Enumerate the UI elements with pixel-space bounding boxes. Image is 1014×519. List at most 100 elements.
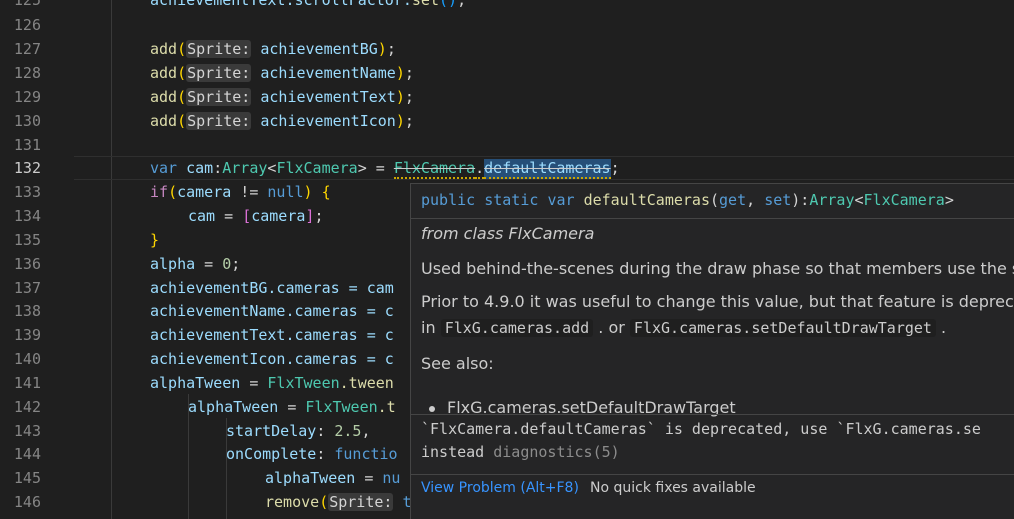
code-token: FlxCamera [276,159,358,177]
hovered-token[interactable]: defaultCameras [484,159,611,179]
code-line-136: alpha = 0; [150,255,241,273]
code-token: Array [222,159,268,177]
code-token: = [195,255,223,273]
inline-code: FlxG.cameras.add [440,319,594,337]
code-token: var [150,159,178,177]
hover-deprecation-note: Prior to 4.9.0 it was useful to change t… [421,292,1014,311]
code-token: achievementText [150,0,286,9]
hover-description: Used behind-the-scenes during the draw p… [421,259,1014,278]
code-token: alpha [150,255,196,273]
code-token: achievementName [260,64,396,82]
code-token: camera [251,207,306,225]
line-number: 136 [13,255,41,273]
line-number: 144 [13,445,41,463]
code-token: if [150,183,169,201]
code-token: = [215,207,243,225]
view-problem-link[interactable]: View Problem (Alt+F8) [421,480,579,496]
code-token: onComplete [226,445,317,463]
code-token: add [150,64,178,82]
code-line-140: achievementIcon.cameras = c [150,350,394,368]
line-number: 142 [13,398,41,416]
code-token: nu [382,469,401,487]
hover-deprecation-alternatives: in FlxG.cameras.add . or FlxG.cameras.se… [421,318,946,337]
sig-token: FlxCamera [863,191,945,209]
code-token: cam [186,159,214,177]
line-number-gutter: 125 126 127 128 129 130 131 132 133 134 … [0,0,74,519]
code-line-138: achievementName.cameras = c [150,302,394,320]
line-number: 129 [13,88,41,106]
code-token: alphaTween [265,469,356,487]
hover-divider [411,218,1014,219]
code-line-137: achievementBG.cameras = cam [150,279,394,297]
text-token: in [421,318,436,337]
line-number: 146 [13,493,41,511]
sig-token: get [719,191,747,209]
text-token: . or [598,318,625,337]
inlay-hint: Sprite: [186,88,252,106]
deprecated-token[interactable]: FlxCamera [393,159,476,179]
code-token: startDelay [226,422,317,440]
line-number: 137 [13,279,41,297]
code-token: ; [610,159,620,177]
code-token: FlxTween [305,398,378,416]
text-token: instead [421,443,485,461]
line-number-active: 132 [13,159,41,177]
line-number: 126 [13,16,41,34]
line-number: 138 [13,302,41,320]
code-token: = [278,398,306,416]
code-line-132-current: var cam:Array<FlxCamera> = FlxCamera.def… [74,156,1014,180]
bullet-icon [429,405,435,412]
line-number: 128 [13,64,41,82]
code-line-134: cam = [camera]; [188,207,324,225]
code-token: achievementBG [260,40,378,58]
line-number: 141 [13,374,41,392]
no-quick-fixes-label: No quick fixes available [590,480,756,496]
code-token: achievementText [260,88,396,106]
code-token: . [475,159,485,179]
hover-from-class: from class FlxCamera [421,224,595,243]
code-token: : [213,159,223,177]
sig-token: static [484,191,539,209]
text-token: . [941,318,947,337]
code-line-145: alphaTween = nu [265,466,400,490]
code-token: () [439,0,458,9]
code-line-133: if(camera != null) { [150,183,331,201]
code-line-127: add(Sprite: achievementBG); [150,40,396,58]
code-token: != [231,183,268,201]
code-line-128: add(Sprite: achievementName); [150,64,414,82]
code-token: functio [334,445,398,463]
diagnostic-message-cont: instead diagnostics(5) [421,443,620,461]
code-token: add [150,112,178,130]
code-token: 2.5 [334,422,362,440]
hover-see-also: See also: [421,354,494,373]
code-token: ; [457,0,467,9]
code-token: .tween [339,374,394,392]
code-line-141: alphaTween = FlxTween.tween [150,371,394,395]
code-token: camera [177,183,232,201]
code-line-143: startDelay: 2.5, [226,422,371,440]
diagnostic-message: `FlxCamera.defaultCameras` is deprecated… [421,420,981,438]
hover-tooltip[interactable]: public static var defaultCameras(get, se… [410,183,1014,519]
line-number: 139 [13,326,41,344]
hover-divider [411,414,1014,415]
code-token: cam [188,207,216,225]
code-line-129: add(Sprite: achievementText); [150,88,414,106]
code-token: = [240,374,268,392]
line-number: 140 [13,350,41,368]
code-token: = [355,469,383,487]
code-token: FlxTween [267,374,340,392]
code-token: alphaTween [150,374,241,392]
hover-status-bar: View Problem (Alt+F8) No quick fixes ava… [411,474,1014,519]
code-token: .scrollFactor. [285,0,412,9]
code-line-130: add(Sprite: achievementIcon); [150,112,414,130]
inlay-hint: Sprite: [186,112,252,130]
inlay-hint: Sprite: [186,40,252,58]
code-line-139: achievementText.cameras = c [150,326,394,344]
sig-token: var [547,191,575,209]
code-token: alphaTween [188,398,279,416]
line-number: 143 [13,422,41,440]
code-token: set [411,0,439,9]
code-line-125: achievementText.scrollFactor.set(); [150,0,466,12]
code-token: 0 [222,255,232,273]
code-token: remove [265,493,320,511]
